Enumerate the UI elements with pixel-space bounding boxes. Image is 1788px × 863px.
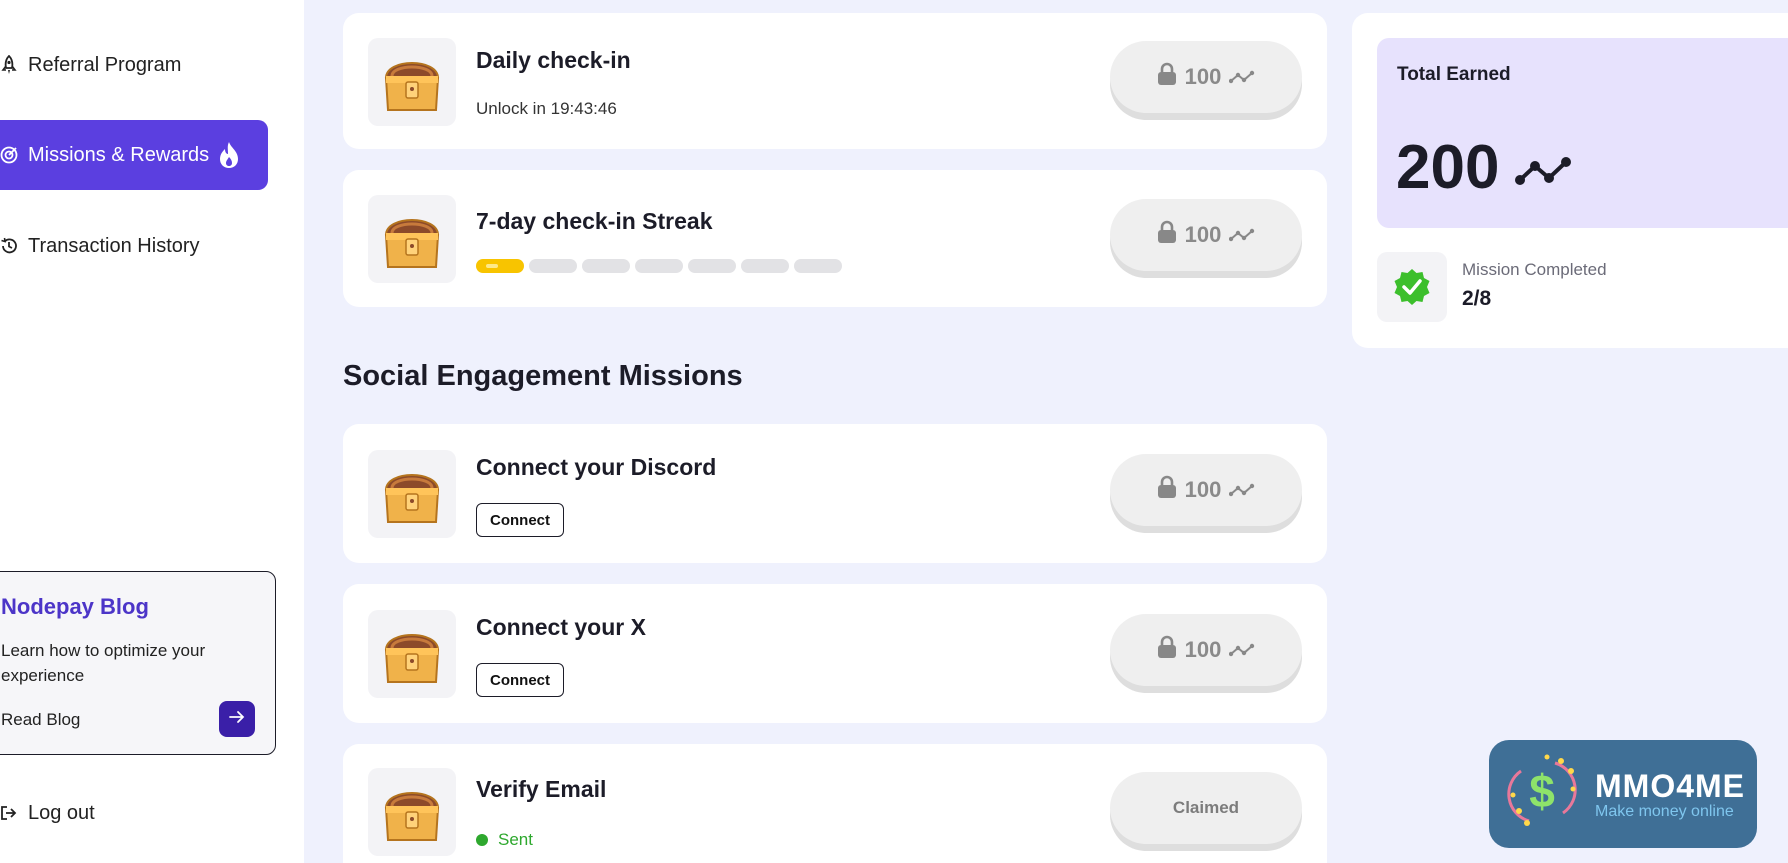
reward-amount: 100 xyxy=(1184,477,1222,502)
lock-icon xyxy=(1157,220,1177,250)
sidebar-item-label: Referral Program xyxy=(28,53,182,76)
reward-button[interactable]: 100 xyxy=(1110,454,1302,526)
streak-segment xyxy=(635,259,683,273)
points-icon xyxy=(1229,637,1255,663)
streak-progress xyxy=(476,259,842,273)
mission-card-streak: 7-day check-in Streak 100 xyxy=(343,170,1327,307)
reward-amount: 100 xyxy=(1184,637,1222,662)
streak-segment xyxy=(582,259,630,273)
stats-panel: Total Earned 200 Mission Completed 2/8 xyxy=(1352,13,1788,348)
read-blog-link[interactable]: Read Blog xyxy=(1,710,80,730)
mission-completed-label: Mission Completed xyxy=(1462,260,1607,279)
streak-segment xyxy=(688,259,736,273)
points-icon xyxy=(1229,222,1255,248)
lock-icon xyxy=(1157,635,1177,665)
mission-title: Connect your X xyxy=(476,614,646,640)
target-icon xyxy=(0,146,28,164)
history-icon xyxy=(0,237,28,255)
treasure-chest-icon xyxy=(368,38,456,126)
mission-title: Verify Email xyxy=(476,776,607,802)
mission-card-daily-checkin: Daily check-in Unlock in 19:43:46 100 xyxy=(343,13,1327,149)
sidebar-item-missions-rewards[interactable]: Missions & Rewards xyxy=(0,120,268,190)
unlock-timer: Unlock in 19:43:46 xyxy=(476,99,617,118)
mission-title: Daily check-in xyxy=(476,47,631,73)
streak-segment xyxy=(794,259,842,273)
section-title-social: Social Engagement Missions xyxy=(343,360,743,392)
dollar-stars-icon: $ xyxy=(1499,749,1585,840)
reward-button[interactable]: 100 xyxy=(1110,41,1302,113)
reward-amount: 100 xyxy=(1184,222,1222,247)
status-dot-icon xyxy=(476,834,488,846)
connect-x-button[interactable]: Connect xyxy=(476,663,564,697)
sidebar-item-referral-program[interactable]: Referral Program xyxy=(0,30,181,100)
connect-discord-button[interactable]: Connect xyxy=(476,503,564,537)
claimed-button[interactable]: Claimed xyxy=(1110,772,1302,844)
status-label: Sent xyxy=(498,830,533,849)
mission-completed-value: 2/8 xyxy=(1462,287,1492,310)
read-blog-button[interactable] xyxy=(219,701,255,737)
lock-icon xyxy=(1157,475,1177,505)
watermark-logo: $ MMO4ME Make money online xyxy=(1489,740,1757,848)
lock-icon xyxy=(1157,62,1177,92)
blog-card: Nodepay Blog Learn how to optimize your … xyxy=(0,571,276,755)
total-earned-box: Total Earned 200 xyxy=(1377,38,1788,228)
streak-segment xyxy=(529,259,577,273)
treasure-chest-icon xyxy=(368,768,456,856)
logout-icon xyxy=(0,805,28,821)
sidebar: Referral Program Missions & Rewards Tran… xyxy=(0,0,304,863)
rocket-icon xyxy=(0,55,28,75)
reward-button[interactable]: 100 xyxy=(1110,614,1302,686)
total-earned-value: 200 xyxy=(1396,132,1572,203)
points-icon xyxy=(1515,132,1572,203)
sidebar-item-label: Transaction History xyxy=(28,234,200,257)
svg-text:$: $ xyxy=(1529,765,1555,817)
total-earned-label: Total Earned xyxy=(1397,64,1511,85)
logout-label: Log out xyxy=(28,801,95,824)
mission-card-verify-email: Verify Email Sent Claimed xyxy=(343,744,1327,863)
sidebar-item-label: Missions & Rewards xyxy=(28,143,210,166)
watermark-brand: MMO4ME xyxy=(1595,767,1745,804)
total-earned-amount: 200 xyxy=(1396,133,1500,202)
watermark-tagline: Make money online xyxy=(1595,802,1734,820)
treasure-chest-icon xyxy=(368,195,456,283)
mission-title: Connect your Discord xyxy=(476,454,717,480)
logout-button[interactable]: Log out xyxy=(0,778,95,848)
treasure-chest-icon xyxy=(368,450,456,538)
status-sent: Sent xyxy=(476,830,533,850)
flame-icon xyxy=(217,141,241,169)
sidebar-item-transaction-history[interactable]: Transaction History xyxy=(0,211,200,281)
reward-button[interactable]: 100 xyxy=(1110,199,1302,271)
claimed-label: Claimed xyxy=(1172,798,1240,817)
points-icon xyxy=(1229,477,1255,503)
reward-amount: 100 xyxy=(1184,64,1222,89)
mission-card-x: Connect your X Connect 100 xyxy=(343,584,1327,723)
verified-badge-icon xyxy=(1377,252,1447,322)
points-icon xyxy=(1229,64,1255,90)
blog-title: Nodepay Blog xyxy=(1,594,149,619)
mission-card-discord: Connect your Discord Connect 100 xyxy=(343,424,1327,563)
blog-description: Learn how to optimize your experience xyxy=(1,641,206,685)
arrow-right-icon xyxy=(229,710,245,729)
mission-title: 7-day check-in Streak xyxy=(476,208,713,234)
streak-segment xyxy=(476,259,524,273)
streak-segment xyxy=(741,259,789,273)
treasure-chest-icon xyxy=(368,610,456,698)
